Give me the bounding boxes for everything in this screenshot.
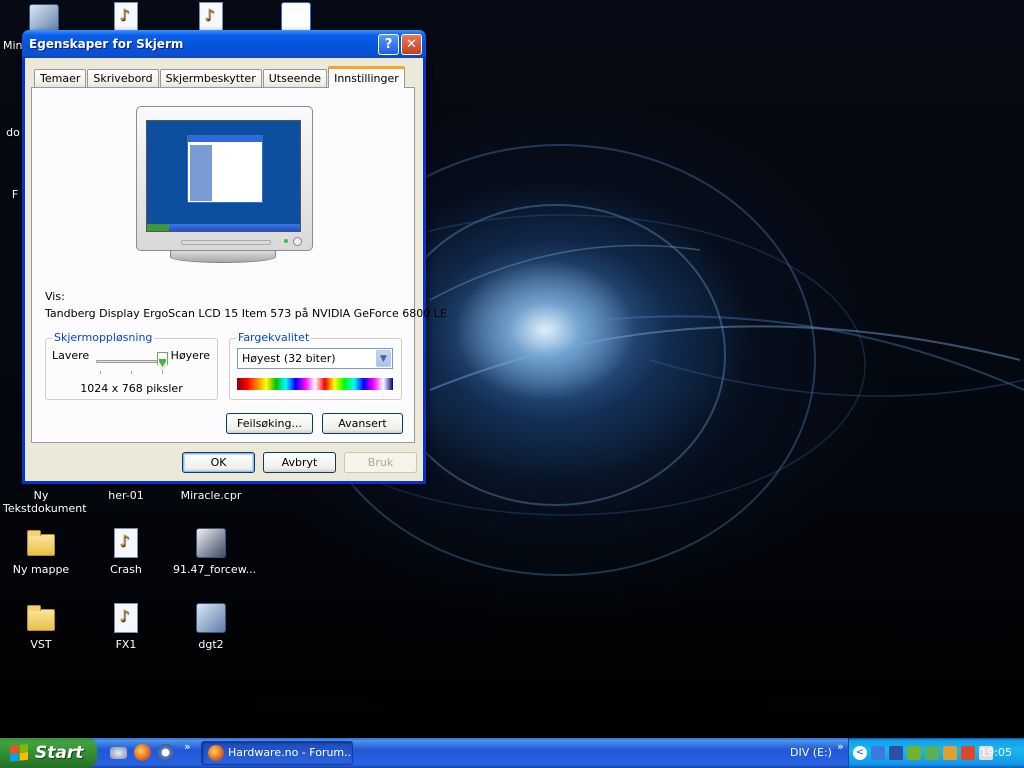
resolution-slider-track[interactable]	[96, 360, 164, 363]
dialog-title: Egenskaper for Skjerm	[29, 37, 184, 51]
monitor-slot	[181, 240, 271, 245]
desktop-icon-label: Ny mappe	[12, 563, 70, 576]
color-quality-select[interactable]: Høyest (32 biter) ▼	[237, 348, 393, 369]
tab-temaer[interactable]: Temaer	[34, 69, 87, 88]
tab-skjermbeskytter[interactable]: Skjermbeskytter	[159, 69, 262, 88]
color-quality-group: Fargekvalitet Høyest (32 biter) ▼	[229, 331, 402, 400]
media-player-icon[interactable]	[157, 744, 174, 761]
tab-skrivebord[interactable]: Skrivebord	[87, 69, 159, 88]
desktop-icon-label: do	[6, 126, 20, 139]
desktop-icon-label: Ny Tekstdokument	[3, 489, 87, 515]
monitor-led	[284, 239, 288, 243]
resolution-slider-ticks	[100, 371, 164, 374]
messenger-icon[interactable]	[925, 746, 939, 760]
preview-window	[187, 135, 263, 203]
desktop-icon-fx1[interactable]: FX1	[88, 603, 164, 651]
monitor-power-icon	[293, 237, 302, 246]
firefox-icon	[208, 745, 224, 761]
audio-file-icon	[114, 2, 138, 32]
quick-launch-chevron-icon[interactable]: »	[184, 740, 191, 753]
apply-button[interactable]: Bruk	[344, 452, 417, 473]
desktop-icon-vst[interactable]: VST	[3, 603, 79, 651]
audio-file-icon	[114, 528, 138, 558]
preview-start-button	[147, 224, 169, 231]
display-device-name: Tandberg Display ErgoScan LCD 15 Item 57…	[45, 307, 447, 320]
close-button[interactable]: ✕	[401, 34, 422, 55]
resolution-slider-thumb[interactable]	[157, 352, 168, 371]
chevron-down-icon[interactable]: ▼	[376, 350, 391, 367]
toolbar-chevron-icon[interactable]: »	[837, 740, 844, 753]
desktop-icon-ny-tekstdokument[interactable]: Ny Tekstdokument	[3, 489, 87, 515]
settings-tab-panel: Vis: Tandberg Display ErgoScan LCD 15 It…	[31, 87, 447, 443]
taskbar: Start » Hardware.no - Forum... DIV (E:) …	[0, 738, 1024, 768]
tray-expand-icon[interactable]: <	[853, 746, 867, 760]
desktop-icon-label: her-01	[108, 489, 144, 502]
monitor-stand	[170, 251, 276, 263]
network-icon[interactable]	[889, 746, 903, 760]
audio-icon[interactable]	[943, 746, 957, 760]
desktop-icon-label: F	[11, 188, 19, 201]
start-label: Start	[35, 743, 84, 763]
display-label: Vis:	[45, 290, 65, 303]
monitor-preview-screen	[146, 120, 301, 232]
display-properties-dialog: Egenskaper for Skjerm ? ✕ Temaer Skriveb…	[22, 30, 447, 484]
task-button-firefox[interactable]: Hardware.no - Forum...	[201, 741, 353, 765]
desktop-icon-label: Crash	[110, 563, 142, 576]
dialog-client-area: Temaer Skrivebord Skjermbeskytter Utseen…	[25, 58, 447, 481]
desktop-icon-her-01[interactable]: her-01	[88, 489, 164, 502]
color-spectrum-bar	[237, 378, 393, 390]
desktop-icon-crash[interactable]: Crash	[88, 528, 164, 576]
tab-strip: Temaer Skrivebord Skjermbeskytter Utseen…	[34, 66, 406, 88]
desktop-icon-dgt2[interactable]: dgt2	[173, 603, 249, 651]
folder-icon	[27, 530, 55, 556]
desktop-icon-forceware[interactable]: 91.47_forcew...	[173, 528, 256, 576]
windows-flag-icon	[10, 744, 28, 762]
help-button[interactable]: ?	[378, 34, 399, 55]
installer-icon	[196, 528, 226, 558]
desktop-icon-label: 91.47_forcew...	[173, 563, 257, 576]
start-button[interactable]: Start	[0, 738, 97, 768]
window-icon	[281, 2, 311, 32]
resolution-higher-label: Høyere	[170, 349, 210, 362]
clock[interactable]: 19:05	[980, 746, 1012, 759]
drive-toolbar-label[interactable]: DIV (E:)	[790, 746, 832, 759]
tab-utseende[interactable]: Utseende	[262, 69, 328, 88]
resolution-lower-label: Lavere	[52, 349, 90, 362]
desktop-icon-label: FX1	[115, 638, 137, 651]
color-quality-selected-value: Høyest (32 biter)	[242, 352, 336, 365]
desktop-icon-miracle[interactable]: Miracle.cpr	[173, 489, 249, 502]
security-icon[interactable]	[961, 746, 975, 760]
tab-innstillinger[interactable]: Innstillinger	[328, 66, 405, 88]
troubleshoot-button[interactable]: Feilsøking...	[226, 413, 313, 434]
preview-taskbar	[147, 224, 300, 231]
resolution-group: Skjermoppløsning Lavere Høyere 1024 x 76…	[45, 331, 218, 400]
safely-remove-hardware-icon[interactable]	[871, 746, 885, 760]
nvidia-icon[interactable]	[907, 746, 921, 760]
monitor-preview-icon	[136, 106, 313, 251]
resolution-value: 1024 x 768 piksler	[80, 382, 183, 395]
desktop-icon-label: VST	[30, 638, 52, 651]
show-desktop-icon[interactable]	[110, 747, 127, 759]
cancel-button[interactable]: Avbryt	[263, 452, 336, 473]
desktop-icon-label: Miracle.cpr	[180, 489, 242, 502]
audio-file-icon	[199, 2, 223, 32]
resolution-group-label: Skjermoppløsning	[52, 331, 155, 344]
task-button-label: Hardware.no - Forum...	[228, 746, 353, 759]
application-icon	[196, 603, 226, 633]
advanced-button[interactable]: Avansert	[322, 413, 403, 434]
desktop-icon-ny-mappe[interactable]: Ny mappe	[3, 528, 79, 576]
firefox-icon[interactable]	[134, 744, 151, 761]
system-tray: < 19:05	[848, 738, 1024, 768]
ok-button[interactable]: OK	[182, 452, 255, 473]
audio-file-icon	[114, 603, 138, 633]
color-quality-group-label: Fargekvalitet	[236, 331, 312, 344]
desktop-icon-label: dgt2	[198, 638, 224, 651]
folder-icon	[27, 605, 55, 631]
dialog-titlebar[interactable]: Egenskaper for Skjerm ? ✕	[22, 30, 426, 58]
